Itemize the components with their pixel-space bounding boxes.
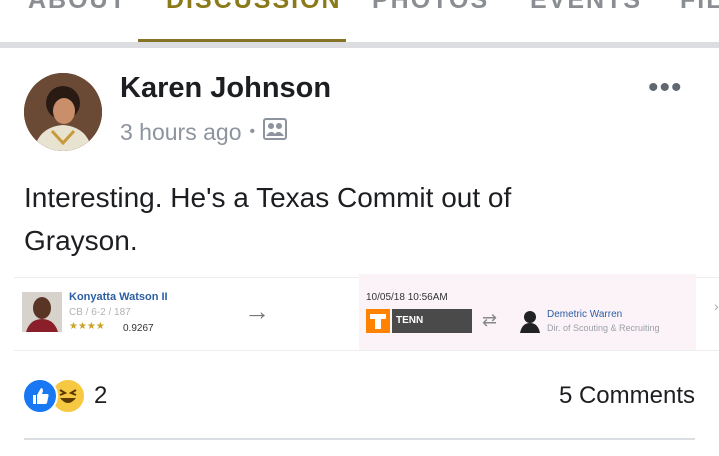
meta-separator: •: [249, 123, 256, 140]
tab-events[interactable]: EVENTS: [530, 0, 642, 15]
right-arrow-icon: →: [244, 296, 270, 326]
author-avatar[interactable]: [24, 73, 102, 151]
scout-title: Dir. of Scouting & Recruiting: [547, 323, 660, 333]
reaction-count[interactable]: 2: [94, 382, 107, 410]
post-meta: 3 hours ago •: [120, 118, 288, 146]
post-attachment-image[interactable]: Konyatta Watson II CB / 6-2 / 187 ★★★★ 0…: [14, 274, 719, 351]
post-text-line: Grayson.: [24, 225, 138, 256]
player-name: Konyatta Watson II: [69, 291, 168, 303]
team-name: TENN: [392, 309, 472, 333]
swap-icon: ⇄: [482, 310, 498, 330]
transfer-date: 10/05/18 10:56AM: [366, 292, 448, 303]
player-position: CB / 6-2 / 187: [69, 307, 131, 318]
chevron-right-icon: ›: [714, 298, 719, 314]
group-tab-bar: ABOUT DISCUSSION PHOTOS EVENTS FILES: [0, 0, 719, 42]
group-photo-icon: [263, 118, 288, 146]
comments-count-link[interactable]: 5 Comments: [559, 382, 695, 410]
tab-photos[interactable]: PHOTOS: [372, 0, 489, 15]
player-rating: 0.9267: [123, 323, 154, 334]
player-stars: ★★★★: [69, 321, 105, 332]
tab-about[interactable]: ABOUT: [28, 0, 127, 15]
team-logo: [366, 309, 390, 333]
action-divider: [24, 438, 695, 440]
post-author-name[interactable]: Karen Johnson: [120, 72, 331, 105]
scout-avatar: [519, 309, 541, 333]
section-divider: [0, 42, 719, 48]
post-body: Interesting. He's a Texas Commit out of …: [24, 176, 684, 262]
scout-name: Demetric Warren: [547, 309, 623, 320]
player-photo: [22, 292, 62, 332]
tab-discussion[interactable]: DISCUSSION: [166, 0, 342, 15]
post-text-line: Interesting. He's a Texas Commit out of: [24, 182, 512, 213]
post-timestamp[interactable]: 3 hours ago: [120, 119, 241, 146]
reactions-summary[interactable]: 2: [22, 378, 107, 414]
tab-files[interactable]: FILES: [680, 0, 719, 15]
more-options-button[interactable]: •••: [648, 73, 683, 103]
like-icon: [22, 378, 58, 414]
